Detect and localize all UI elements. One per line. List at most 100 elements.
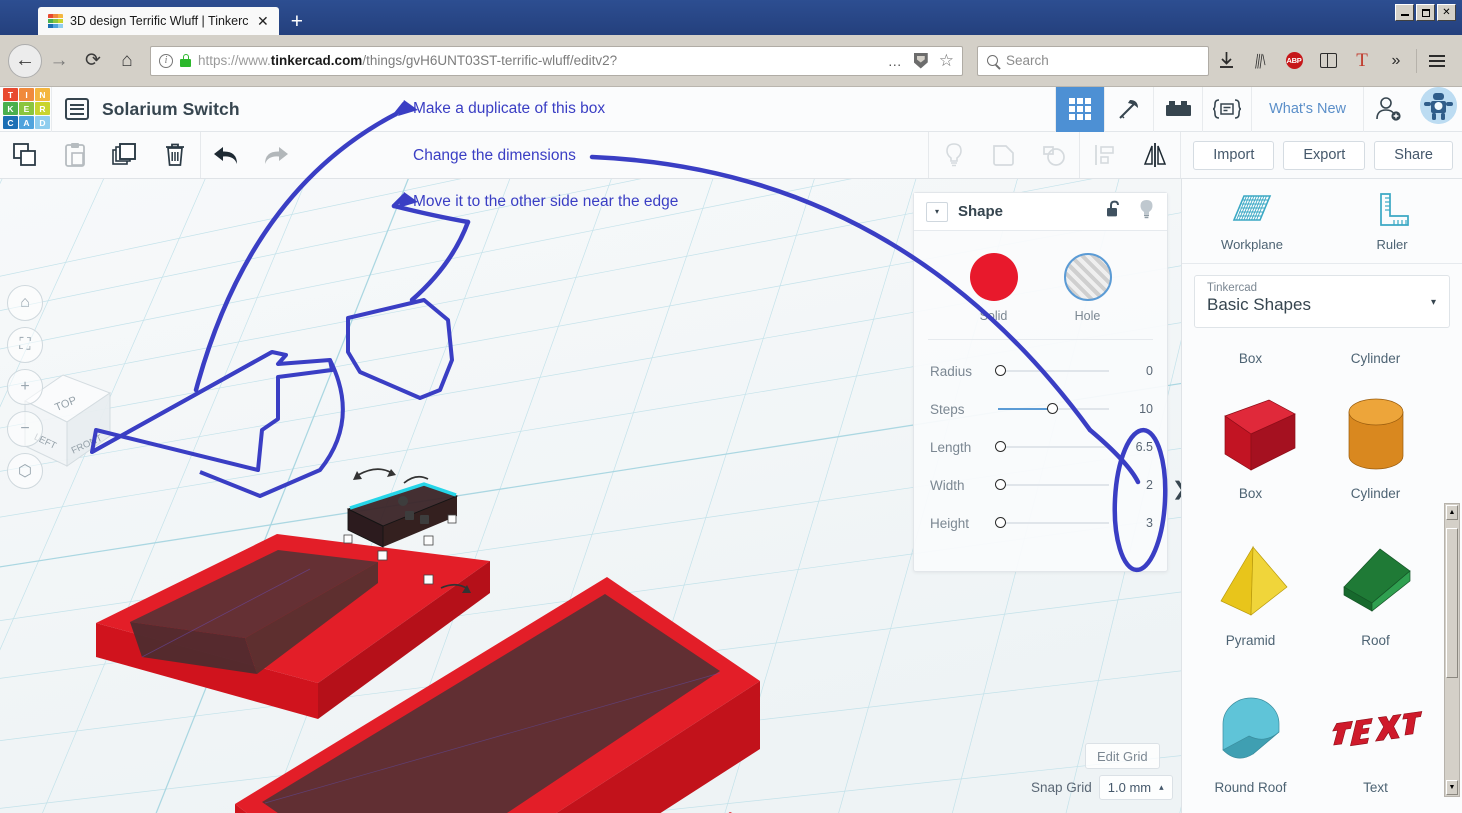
browser-tab[interactable]: 3D design Terrific Wluff | Tinkercad ✕ [38,7,279,35]
adblock-plus-icon[interactable]: ABP [1277,45,1311,77]
overflow-chevrons-icon[interactable]: » [1379,45,1413,77]
forward-button[interactable]: → [42,44,76,78]
copy-button[interactable] [0,132,50,178]
length-slider[interactable]: Length 6.5 [930,428,1153,466]
minimize-button[interactable] [1395,4,1414,21]
address-bar[interactable]: i https://www.tinkercad.com/things/gvH6U… [150,45,963,76]
length-knob[interactable] [995,441,1006,452]
shape-cylinder[interactable]: Cylinder [1313,380,1438,501]
redo-button[interactable] [251,132,301,178]
scrollbar-thumb[interactable] [1446,528,1458,678]
shape-cylinder-hole[interactable]: Cylinder [1313,324,1438,366]
width-slider[interactable]: Width 2 [930,466,1153,504]
mirror-button[interactable] [1130,132,1180,178]
library-icon[interactable]: |||\ [1243,45,1277,77]
blocks-view-button[interactable] [1104,86,1153,132]
shape-box[interactable]: Box [1188,380,1313,501]
tracking-protection-icon[interactable] [913,52,928,69]
whats-new-button[interactable]: What's New [1251,86,1363,132]
text-tool-icon[interactable]: T [1345,45,1379,77]
ungroup-button[interactable] [1029,132,1079,178]
paste-button[interactable] [50,132,100,178]
radius-knob[interactable] [995,365,1006,376]
steps-slider[interactable]: Steps 10 [930,390,1153,428]
downloads-icon[interactable] [1209,45,1243,77]
scroll-up-arrow-icon[interactable]: ▲ [1446,505,1458,520]
shape-roof[interactable]: Roof [1313,531,1438,648]
shape-box-hole[interactable]: Box [1188,324,1313,366]
align-button[interactable] [1080,132,1130,178]
unlocked-padlock-icon[interactable] [1106,200,1122,223]
bookmark-star-icon[interactable]: ☆ [939,51,954,71]
snap-grid-select[interactable]: 1.0 mm ▴ [1098,775,1173,800]
ruler-icon [1380,193,1409,226]
ruler-tool[interactable]: Ruler [1322,179,1462,263]
chevron-down-icon: ▾ [1430,297,1436,308]
steps-value: 10 [1139,402,1153,416]
fit-view-button[interactable]: ⛶ [7,327,43,363]
brick-view-button[interactable] [1153,86,1202,132]
new-tab-button[interactable]: + [279,11,315,35]
solid-swatch[interactable]: Solid [969,253,1018,323]
zoom-out-button[interactable]: − [7,411,43,447]
close-window-button[interactable]: ✕ [1437,4,1456,21]
user-avatar[interactable] [1420,86,1457,124]
shape-pyramid[interactable]: Pyramid [1188,531,1313,648]
zoom-in-button[interactable]: + [7,369,43,405]
tinkercad-logo[interactable]: TIN KER CAD [3,88,51,130]
home-view-button[interactable]: ⌂ [7,285,43,321]
close-tab-icon[interactable]: ✕ [255,13,271,30]
search-input[interactable]: Search [977,45,1209,76]
duplicate-button[interactable] [100,132,150,178]
page-actions-icon[interactable]: … [888,53,903,69]
home-button[interactable]: ⌂ [110,44,144,78]
length-track[interactable] [995,441,1109,452]
shape-list-scrollbar[interactable]: ▲ ▼ [1444,503,1460,797]
tinkercad-header: TINKERCAD Solarium Switch What's New [0,86,1462,132]
radius-track[interactable] [995,365,1109,376]
hammer-pick-icon [1119,100,1139,119]
snap-grid-value: 1.0 mm [1107,780,1152,795]
light-bulb-button[interactable] [929,132,979,178]
shape-library-select[interactable]: Tinkercad Basic Shapes ▾ [1194,275,1450,328]
steps-knob[interactable] [1046,403,1058,414]
reload-button[interactable]: ⟳ [76,44,110,78]
steps-track[interactable] [998,403,1109,414]
shape-inspector-panel: ▾ Shape Solid Hole Radius 0 Steps 10 Len… [913,192,1168,572]
shape-type-swatches: Solid Hole [914,245,1167,323]
group-button[interactable] [979,132,1029,178]
light-bulb-icon[interactable] [1138,199,1155,224]
invite-person-icon[interactable] [1363,86,1412,132]
shape-text[interactable]: Text [1313,678,1438,795]
site-info-icon[interactable]: i [159,53,173,68]
shape-round-roof[interactable]: Round Roof [1188,678,1313,795]
project-list-icon[interactable] [65,98,89,120]
maximize-button[interactable] [1416,4,1435,21]
length-value: 6.5 [1135,440,1153,454]
height-slider[interactable]: Height 3 [930,504,1153,542]
collapse-panel-caret-icon[interactable]: ▾ [926,201,948,222]
share-button[interactable]: Share [1374,140,1453,170]
width-knob[interactable] [995,479,1006,490]
edit-grid-button[interactable]: Edit Grid [1085,743,1160,769]
width-track[interactable] [995,479,1109,490]
width-label: Width [930,477,965,493]
undo-button[interactable] [201,132,251,178]
steps-label: Steps [930,401,965,417]
firefox-menu-icon[interactable] [1420,45,1454,77]
export-button[interactable]: Export [1283,140,1366,170]
reader-sidebar-icon[interactable] [1311,45,1345,77]
radius-slider[interactable]: Radius 0 [930,352,1153,390]
height-knob[interactable] [995,517,1006,528]
workplane-tool[interactable]: Workplane [1182,179,1322,263]
design-view-button[interactable] [1055,86,1105,132]
back-button[interactable]: ← [8,43,42,78]
import-button[interactable]: Import [1193,140,1275,170]
codeblocks-button[interactable] [1202,86,1251,132]
ortho-perspective-button[interactable]: ⬡ [7,453,43,489]
page-title[interactable]: Solarium Switch [102,99,240,120]
scroll-down-arrow-icon[interactable]: ▼ [1446,780,1458,795]
delete-button[interactable] [150,132,200,178]
hole-swatch[interactable]: Hole [1063,253,1112,323]
height-track[interactable] [995,517,1109,528]
